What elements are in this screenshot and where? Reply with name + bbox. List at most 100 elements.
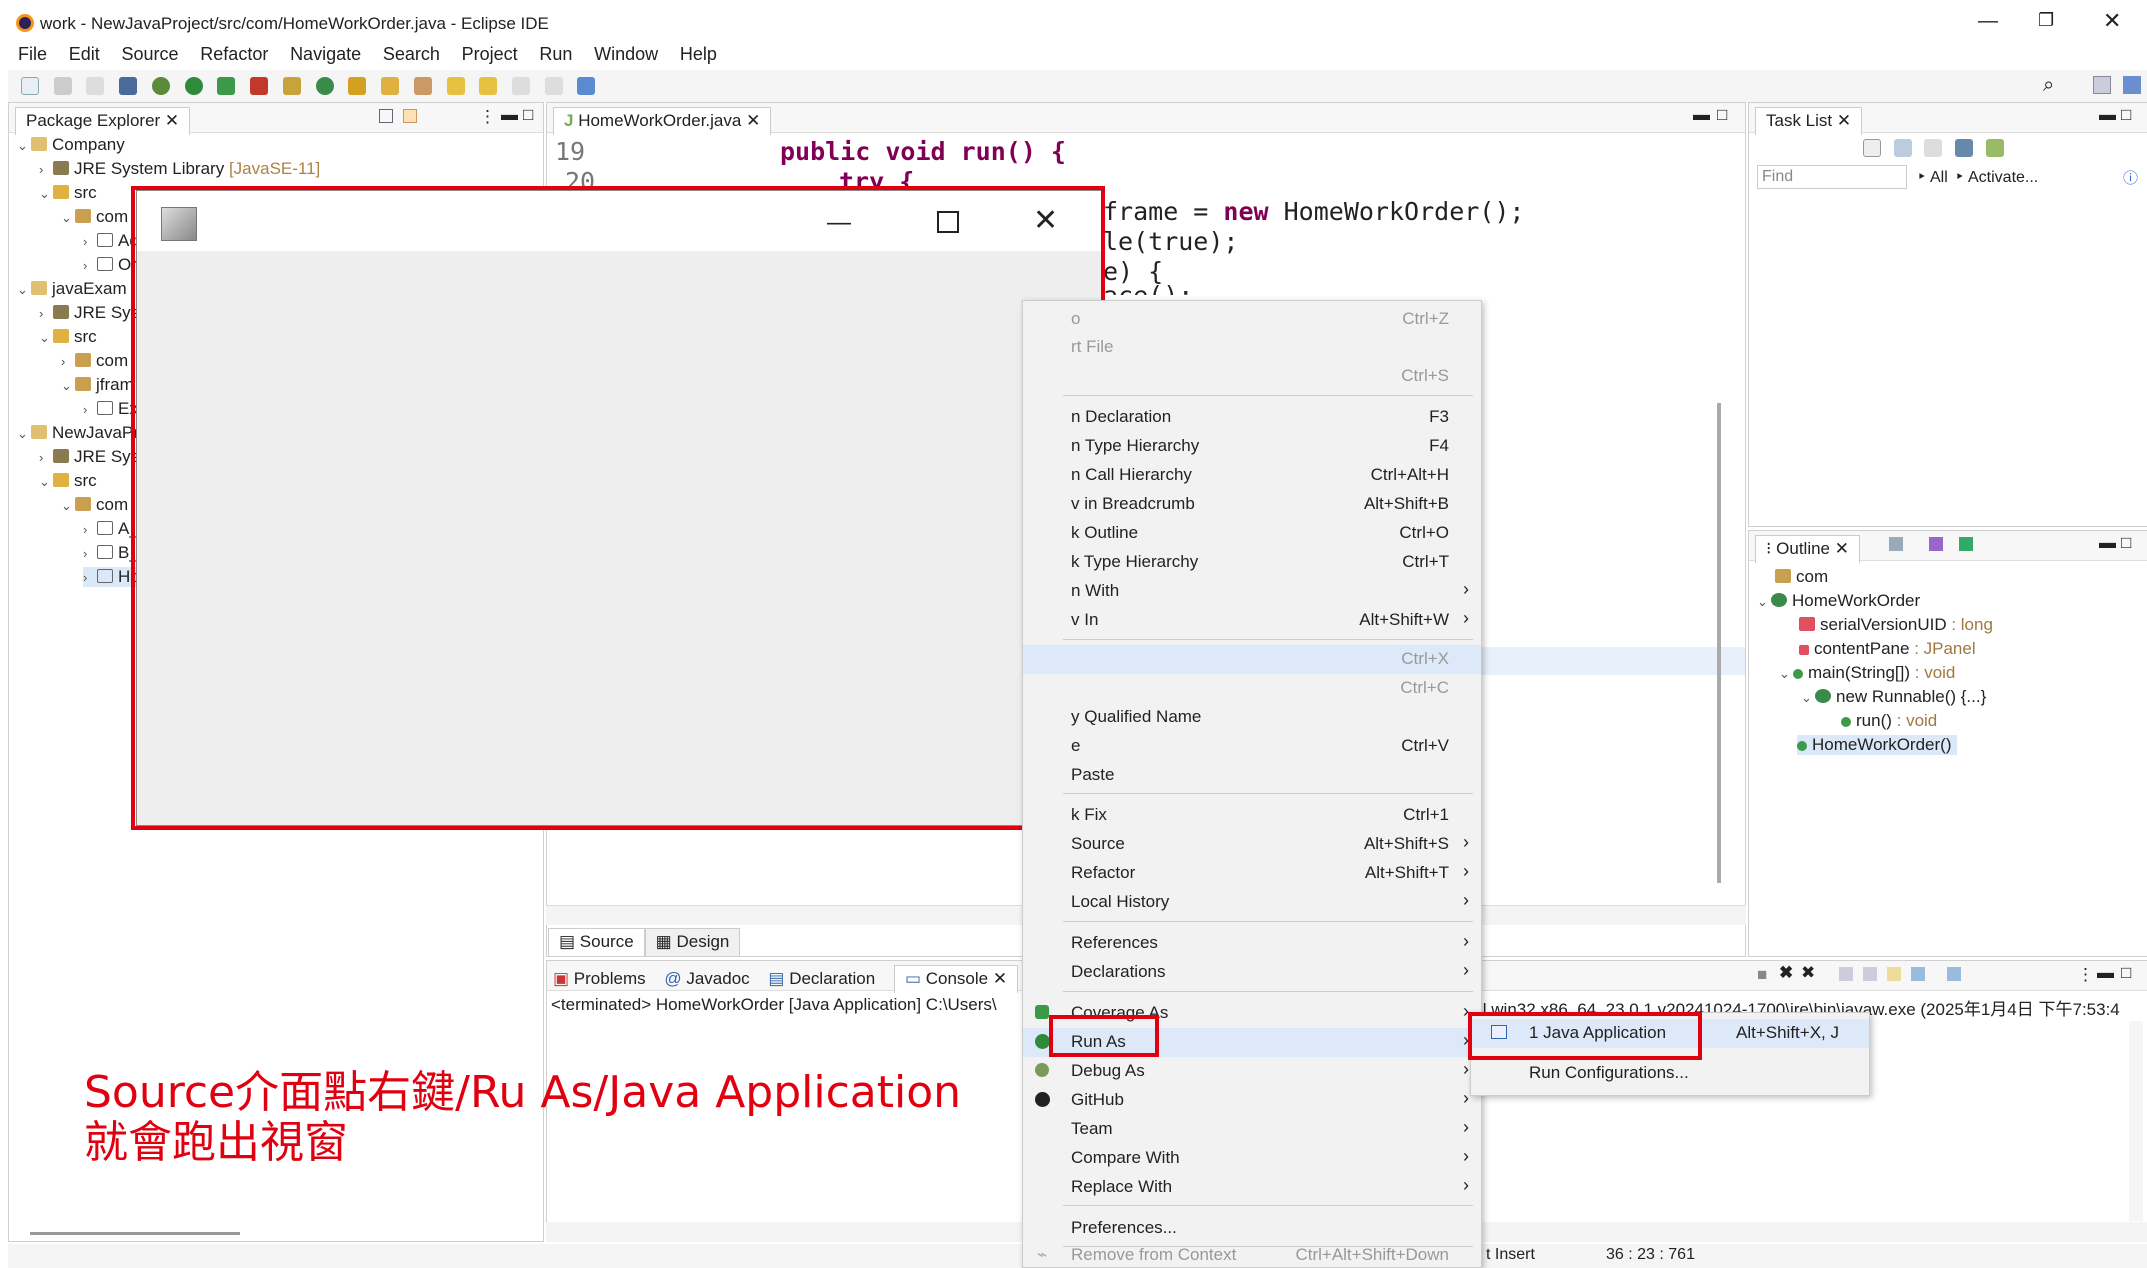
tree-item-jre[interactable]: › JRE Syst bbox=[39, 303, 144, 323]
maximize-view-icon[interactable]: □ bbox=[2121, 533, 2131, 553]
tree-item-package[interactable]: ⌄ jfram bbox=[61, 375, 134, 395]
menu-project[interactable]: Project bbox=[462, 44, 518, 65]
new-package-icon[interactable] bbox=[282, 77, 301, 95]
tree-item-src[interactable]: ⌄ src bbox=[39, 183, 97, 203]
annotation-icon[interactable] bbox=[446, 77, 465, 95]
help-icon[interactable]: ⓘ bbox=[2123, 167, 2138, 188]
minimize-view-icon[interactable]: ▬ bbox=[2099, 533, 2116, 553]
collapse-all-icon[interactable] bbox=[379, 109, 393, 123]
maximize-view-icon[interactable]: □ bbox=[1717, 105, 1727, 125]
external-tools-icon[interactable] bbox=[250, 77, 269, 95]
menu-item-local-history[interactable]: Local History › bbox=[1023, 888, 1481, 917]
outline-package[interactable]: com bbox=[1775, 567, 1828, 587]
tab-task-list[interactable]: Task List ✕ bbox=[1755, 107, 1863, 135]
menu-item-revert[interactable]: rt File bbox=[1023, 333, 1481, 362]
sync-icon[interactable] bbox=[1985, 139, 2004, 157]
tree-item-src[interactable]: ⌄ src bbox=[39, 471, 97, 491]
remove-launch-icon[interactable]: ✖ bbox=[1779, 963, 1793, 983]
categorize-icon[interactable] bbox=[1893, 139, 1912, 157]
menu-refactor[interactable]: Refactor bbox=[200, 44, 268, 65]
close-icon[interactable]: ✕ bbox=[2103, 8, 2121, 34]
minimize-view-icon[interactable]: ▬ bbox=[501, 105, 518, 125]
explorer-horizontal-scrollbar[interactable] bbox=[30, 1232, 240, 1235]
menu-run[interactable]: Run bbox=[539, 44, 572, 65]
outline-anonymous[interactable]: ⌄ new Runnable() {...} bbox=[1801, 687, 1986, 707]
menu-help[interactable]: Help bbox=[680, 44, 717, 65]
menu-item-references[interactable]: References › bbox=[1023, 929, 1481, 958]
task-find-input[interactable]: Find bbox=[1757, 165, 1907, 189]
menu-search[interactable]: Search bbox=[383, 44, 440, 65]
outline-field[interactable]: serialVersionUID : long bbox=[1799, 615, 1993, 635]
open-console-icon[interactable] bbox=[1947, 967, 1961, 981]
terminate-icon[interactable]: ■ bbox=[1757, 965, 1767, 985]
menu-window[interactable]: Window bbox=[594, 44, 658, 65]
outline-class[interactable]: ⌄ HomeWorkOrder bbox=[1757, 591, 1920, 611]
tree-item-file[interactable]: › Ex bbox=[83, 399, 138, 419]
maximize-view-icon[interactable]: □ bbox=[2121, 105, 2131, 125]
new-task-icon[interactable] bbox=[1863, 139, 1881, 157]
hide-fields-icon[interactable] bbox=[1929, 537, 1943, 551]
minimize-view-icon[interactable]: ▬ bbox=[2099, 105, 2116, 125]
menu-item-copy-qualified-name[interactable]: y Qualified Name bbox=[1023, 703, 1481, 732]
menu-item-team[interactable]: Team › bbox=[1023, 1115, 1481, 1144]
tree-item-jre[interactable]: › JRE System Library [JavaSE-11] bbox=[39, 159, 320, 179]
menu-item-source[interactable]: Source Alt+Shift+S › bbox=[1023, 830, 1481, 859]
menu-source[interactable]: Source bbox=[122, 44, 179, 65]
menu-item-call-hierarchy[interactable]: n Call Hierarchy Ctrl+Alt+H bbox=[1023, 461, 1481, 490]
menu-item-open-declaration[interactable]: n Declaration F3 bbox=[1023, 403, 1481, 432]
outline-field[interactable]: contentPane : JPanel bbox=[1799, 639, 1976, 659]
menu-item-refactor[interactable]: Refactor Alt+Shift+T › bbox=[1023, 859, 1481, 888]
menu-item-compare-with[interactable]: Compare With › bbox=[1023, 1144, 1481, 1173]
menu-item-type-hierarchy[interactable]: n Type Hierarchy F4 bbox=[1023, 432, 1481, 461]
word-wrap-icon[interactable] bbox=[1863, 967, 1877, 981]
back-icon[interactable] bbox=[512, 77, 531, 95]
maximize-icon[interactable]: ❐ bbox=[2038, 10, 2054, 31]
sort-icon[interactable] bbox=[1889, 537, 1903, 551]
tree-item-package[interactable]: ⌄ com bbox=[61, 495, 128, 515]
hide-static-icon[interactable] bbox=[1959, 537, 1973, 551]
tree-item-file[interactable]: › Or bbox=[83, 255, 137, 275]
view-menu-icon[interactable]: ⋮ bbox=[479, 107, 496, 127]
menu-item-remove-from-context[interactable]: ⌁ Remove from Context Ctrl+Alt+Shift+Down bbox=[1023, 1241, 1481, 1268]
perspective-icon[interactable] bbox=[2093, 76, 2111, 94]
tab-declaration[interactable]: ▤ Declaration bbox=[768, 969, 875, 988]
menu-item-raw-paste[interactable]: Paste bbox=[1023, 761, 1481, 790]
minimize-view-icon[interactable]: ▬ bbox=[1693, 105, 1710, 125]
next-annotation-icon[interactable] bbox=[479, 77, 498, 95]
menu-item-quick-outline[interactable]: k Outline Ctrl+O bbox=[1023, 519, 1481, 548]
minimize-icon[interactable]: — bbox=[1978, 10, 1998, 33]
menu-file[interactable]: File bbox=[18, 44, 47, 65]
tab-console[interactable]: ▭ Console ✕ bbox=[893, 965, 1019, 993]
tree-item-jre[interactable]: › JRE Syst bbox=[39, 447, 144, 467]
new-class-icon[interactable] bbox=[315, 77, 334, 95]
menu-item-undo[interactable]: o Ctrl+Z bbox=[1023, 305, 1481, 334]
undo-icon[interactable] bbox=[86, 77, 105, 95]
link-editor-icon[interactable] bbox=[403, 109, 417, 123]
maximize-view-icon[interactable]: □ bbox=[523, 105, 533, 125]
menu-item-paste[interactable]: e Ctrl+V bbox=[1023, 732, 1481, 761]
task-filter-all[interactable]: ‣ All bbox=[1917, 167, 1948, 187]
tab-homeworkorder[interactable]: J HomeWorkOrder.java ✕ bbox=[553, 107, 772, 135]
outline-constructor-selected[interactable]: HomeWorkOrder() bbox=[1797, 735, 1958, 755]
menu-item-open-with[interactable]: n With › bbox=[1023, 577, 1481, 606]
display-console-icon[interactable] bbox=[1911, 967, 1925, 981]
menu-item-github[interactable]: GitHub › bbox=[1023, 1086, 1481, 1115]
pen-icon[interactable] bbox=[413, 77, 432, 95]
new-icon[interactable] bbox=[21, 77, 39, 95]
menu-item-save[interactable]: Ctrl+S bbox=[1023, 362, 1481, 391]
run-icon[interactable] bbox=[184, 77, 203, 95]
console-scrollbar[interactable] bbox=[2129, 1021, 2143, 1221]
tree-item-project[interactable]: ⌄ NewJavaPr bbox=[17, 423, 139, 443]
tab-javadoc[interactable]: @ Javadoc bbox=[664, 969, 749, 988]
outline-method[interactable]: run() : void bbox=[1841, 711, 1937, 731]
pin-editor-icon[interactable] bbox=[577, 77, 596, 95]
debug-icon[interactable] bbox=[151, 77, 170, 95]
coverage-icon[interactable] bbox=[217, 77, 236, 95]
maximize-view-icon[interactable]: □ bbox=[2121, 963, 2131, 983]
open-type-icon[interactable] bbox=[348, 77, 367, 95]
tab-design[interactable]: ▦ Design bbox=[644, 928, 741, 956]
search-icon[interactable]: ⌕ bbox=[2043, 74, 2054, 97]
terminal-icon[interactable] bbox=[119, 77, 138, 95]
tree-item-project[interactable]: ⌄ javaExam bbox=[17, 279, 127, 299]
menu-item-declarations[interactable]: Declarations › bbox=[1023, 958, 1481, 987]
